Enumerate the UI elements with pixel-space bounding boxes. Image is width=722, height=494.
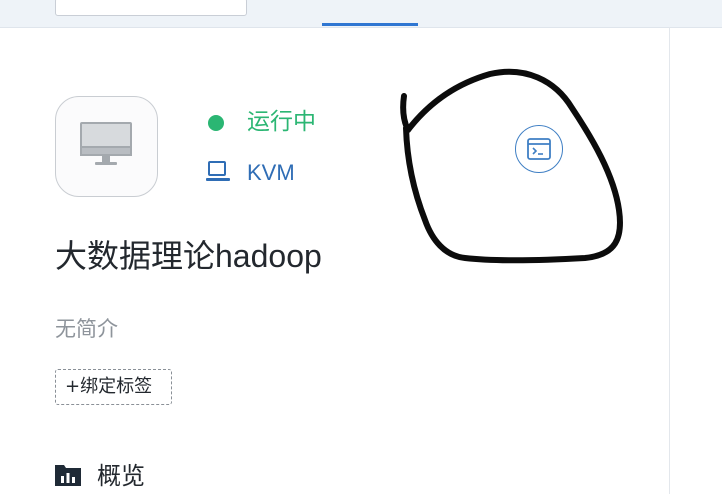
vm-status: 运行中 [247, 109, 316, 135]
hypervisor-type: KVM [247, 160, 295, 185]
running-status-dot [208, 115, 224, 131]
right-panel-divider [669, 27, 670, 494]
bar-chart-folder-icon [55, 465, 81, 486]
laptop-icon [206, 161, 230, 181]
vm-description: 无简介 [55, 317, 118, 341]
vm-image-card [55, 96, 158, 197]
overview-section-title: 概览 [97, 462, 145, 490]
vm-name-title: 大数据理论hadoop [55, 238, 322, 274]
top-navigation-bar [0, 0, 722, 28]
active-tab-indicator [322, 23, 418, 26]
open-console-button[interactable] [515, 125, 563, 173]
monitor-icon [80, 122, 132, 165]
bind-tag-button[interactable]: +绑定标签 [55, 369, 172, 405]
terminal-icon [527, 138, 551, 160]
search-input[interactable] [55, 0, 247, 16]
